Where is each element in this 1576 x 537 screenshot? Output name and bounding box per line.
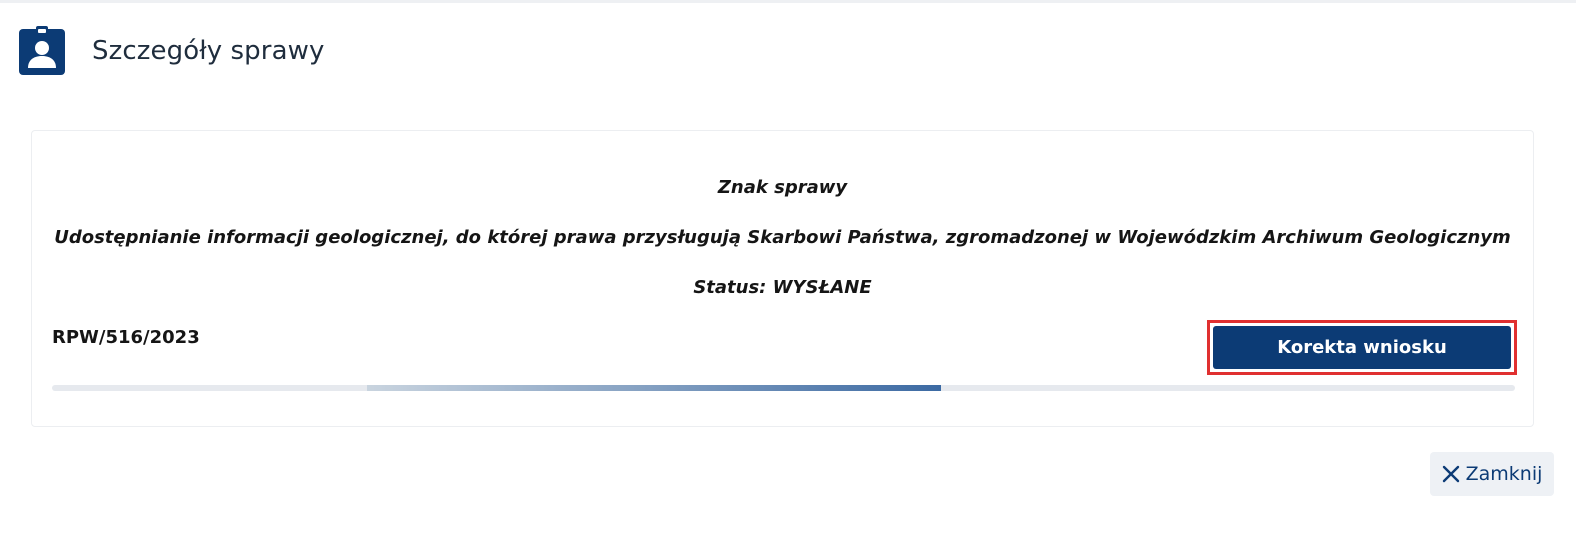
case-description: Udostępnianie informacji geologicznej, d…	[54, 227, 1511, 248]
id-badge-icon	[19, 26, 65, 75]
case-status: Status: WYSŁANE	[693, 277, 872, 298]
case-number: RPW/516/2023	[52, 327, 200, 348]
correction-button[interactable]: Korekta wniosku	[1213, 326, 1511, 369]
highlight-frame: Korekta wniosku	[1207, 320, 1517, 375]
progress-bar	[52, 385, 1515, 391]
case-label-title: Znak sprawy	[717, 177, 848, 198]
close-button[interactable]: Zamknij	[1430, 452, 1554, 496]
progress-fill	[366, 385, 942, 391]
close-button-label: Zamknij	[1465, 463, 1543, 485]
case-details-card: Znak sprawy Udostępnianie informacji geo…	[31, 130, 1534, 427]
close-icon	[1442, 465, 1459, 483]
top-divider	[0, 0, 1576, 3]
page-title: Szczegóły sprawy	[92, 36, 325, 66]
page-header: Szczegóły sprawy	[18, 26, 324, 76]
